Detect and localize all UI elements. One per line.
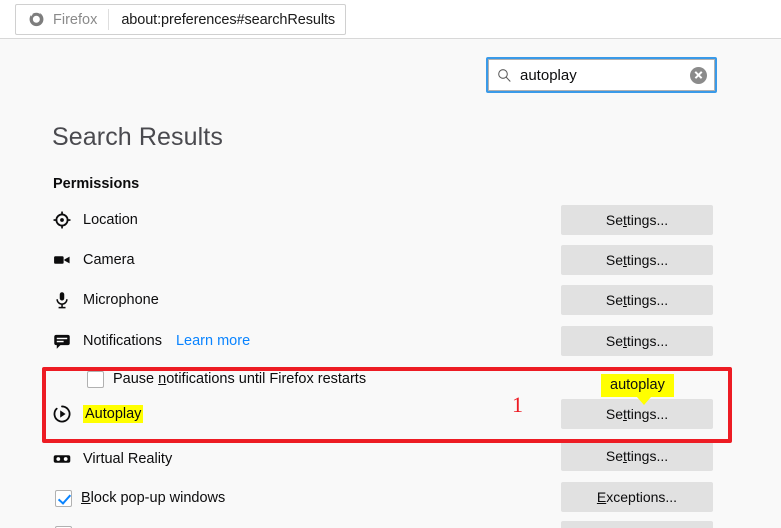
autoplay-tooltip: autoplay bbox=[601, 374, 674, 406]
virtual-reality-icon bbox=[52, 449, 72, 469]
annotation-step-number: 1 bbox=[512, 392, 523, 417]
learn-more-link[interactable]: Learn more bbox=[176, 333, 250, 349]
pause-notifications-checkbox[interactable] bbox=[87, 370, 104, 388]
search-icon bbox=[498, 68, 511, 82]
section-heading-permissions: Permissions bbox=[53, 176, 140, 192]
microphone-settings-button[interactable]: Se t tings... bbox=[561, 285, 713, 315]
clear-search-icon[interactable] bbox=[690, 66, 707, 84]
permission-label: Camera bbox=[83, 252, 135, 268]
block-popups-exceptions-button[interactable]: Exceptions... bbox=[561, 482, 713, 512]
pause-notifications-checkbox-row[interactable]: Pause notifications until Firefox restar… bbox=[87, 368, 366, 390]
autoplay-highlight: Autoplay bbox=[83, 405, 144, 423]
camera-settings-button[interactable]: Se t tings... bbox=[561, 245, 713, 275]
tab-strip[interactable]: Firefox about:preferences#searchResults bbox=[15, 4, 347, 35]
permission-label: Location bbox=[83, 212, 138, 228]
location-settings-button[interactable]: Se t tings... bbox=[561, 205, 713, 235]
block-popups-checkbox-row[interactable]: Block pop-up windows bbox=[55, 487, 225, 509]
url-text[interactable]: about:preferences#searchResults bbox=[109, 12, 335, 28]
notification-bubble-icon bbox=[52, 331, 72, 351]
permission-label: Autoplay bbox=[83, 405, 144, 423]
pause-notifications-label: Pause notifications until Firefox restar… bbox=[113, 371, 367, 387]
camera-icon bbox=[52, 250, 72, 270]
permission-label: Microphone bbox=[83, 292, 159, 308]
next-checkbox-row-partial[interactable] bbox=[55, 523, 72, 528]
virtual-reality-settings-button[interactable]: Se t tings... bbox=[561, 441, 713, 471]
page-title: Search Results bbox=[52, 123, 223, 151]
next-action-button-partial[interactable] bbox=[561, 521, 713, 528]
firefox-logo-icon bbox=[29, 12, 44, 27]
permission-label: Notifications bbox=[83, 333, 162, 349]
browser-chrome-bar: Firefox about:preferences#searchResults bbox=[0, 0, 781, 39]
microphone-icon bbox=[52, 290, 72, 310]
autoplay-play-circle-icon bbox=[52, 404, 72, 424]
location-crosshair-icon bbox=[52, 210, 72, 230]
permission-label: Virtual Reality bbox=[83, 451, 173, 467]
block-popups-checkbox[interactable] bbox=[55, 489, 72, 507]
block-popups-label: Block pop-up windows bbox=[81, 490, 226, 506]
tab-firefox[interactable]: Firefox bbox=[28, 9, 110, 30]
tab-label: Firefox bbox=[53, 11, 98, 28]
search-input-value: autoplay bbox=[520, 66, 577, 84]
search-input[interactable]: autoplay bbox=[486, 57, 717, 93]
notifications-settings-button[interactable]: Se t tings... bbox=[561, 326, 713, 356]
